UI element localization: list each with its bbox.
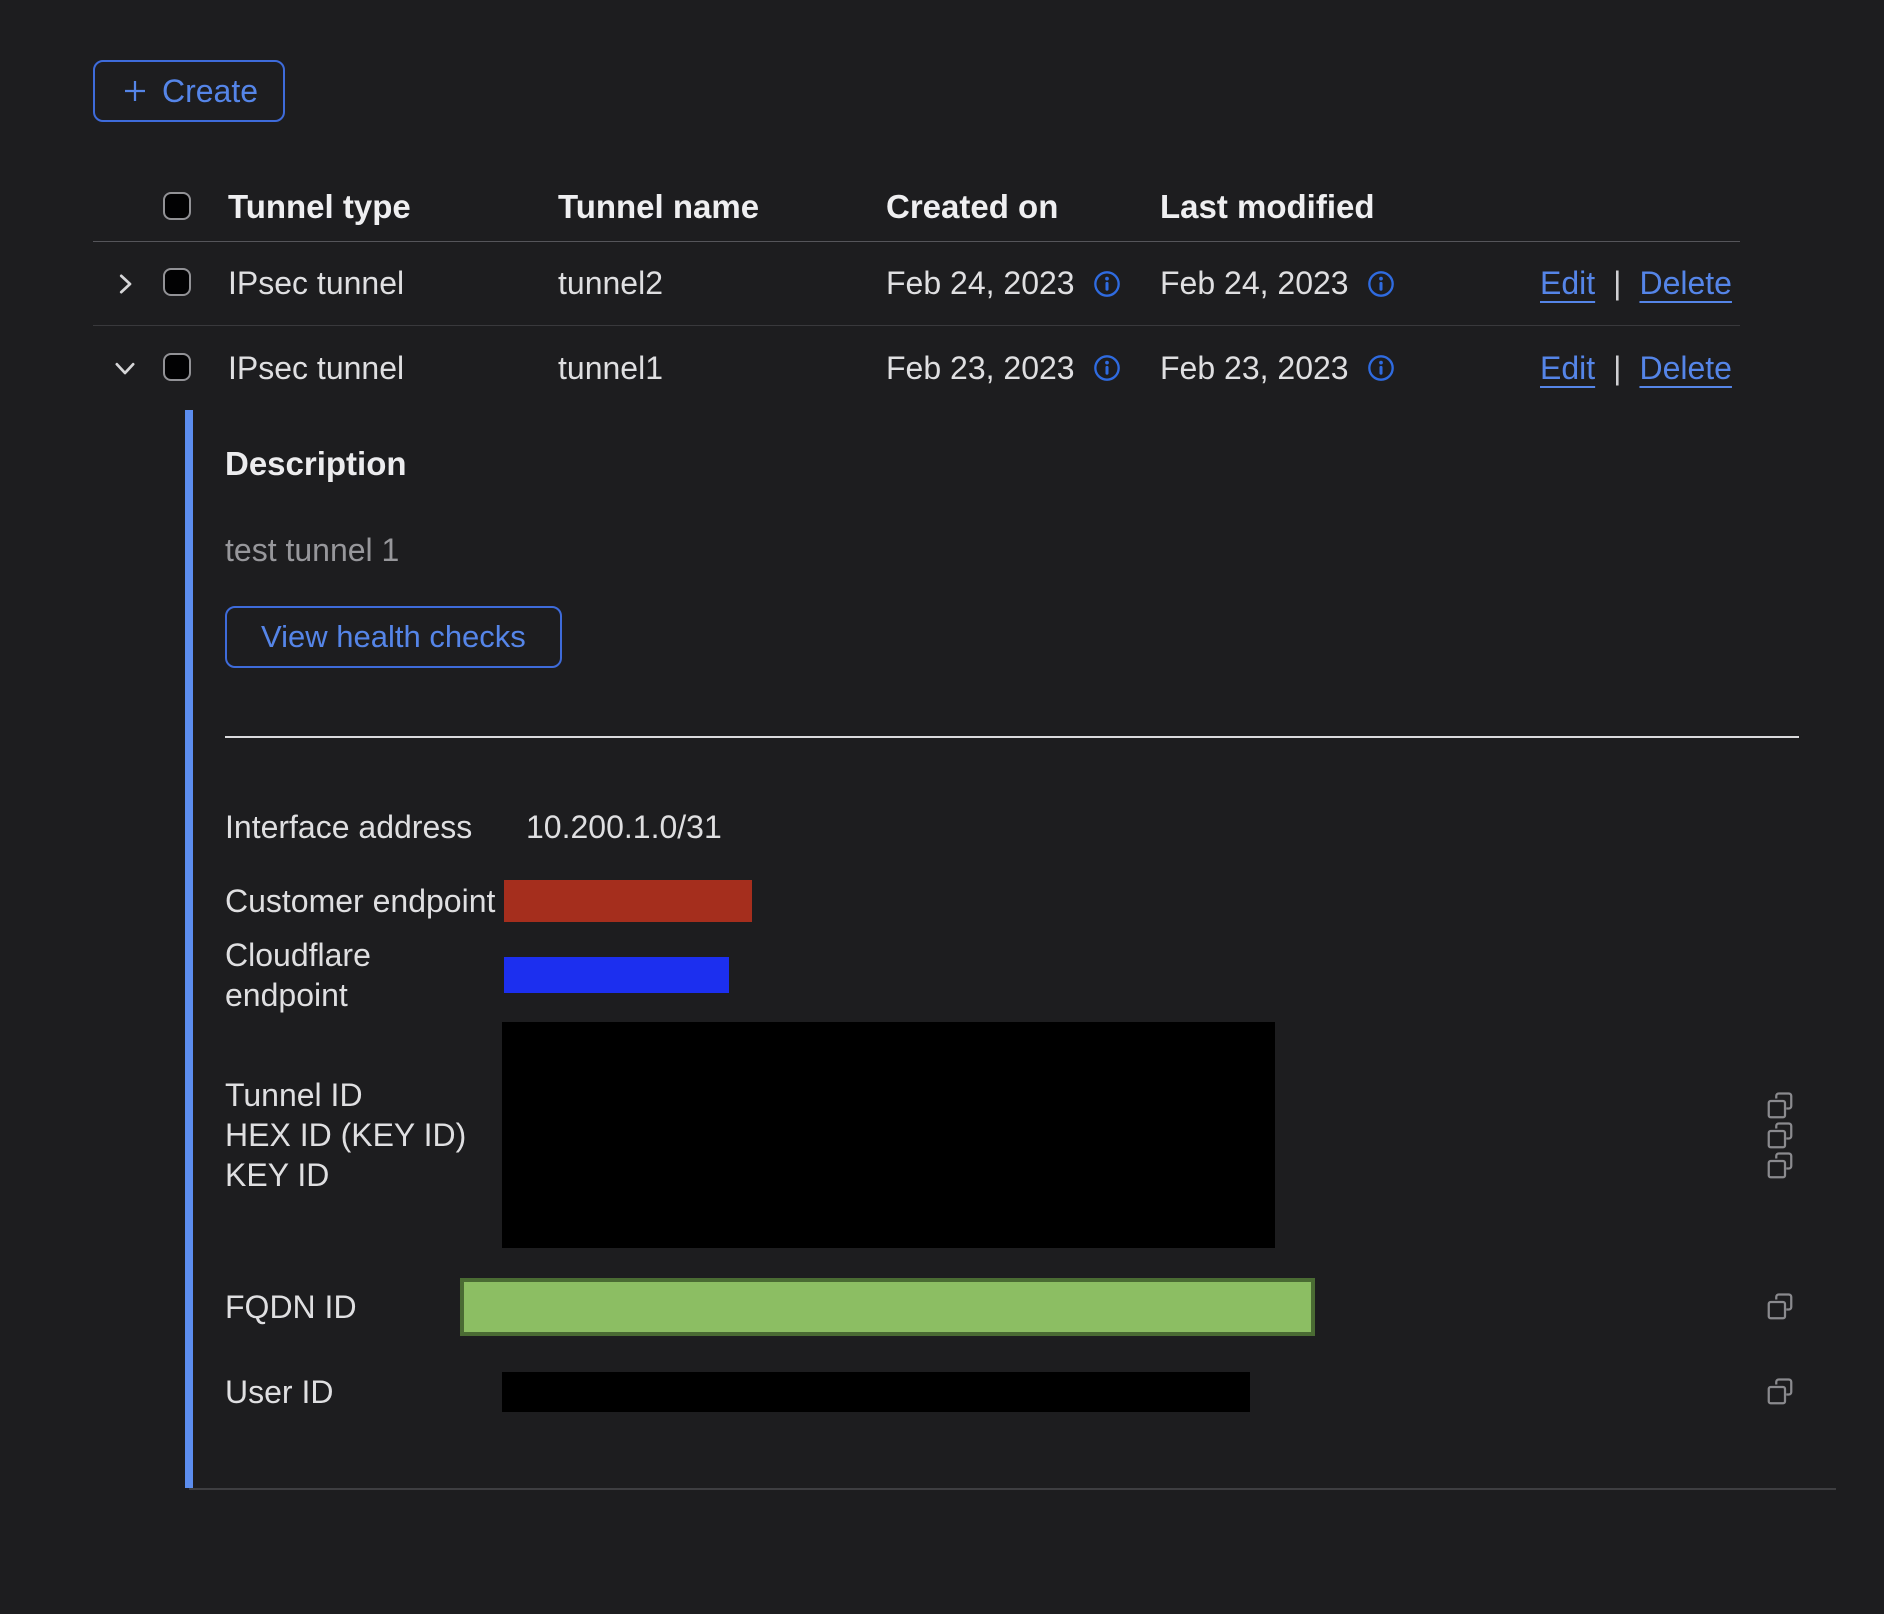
row-checkbox[interactable]: [163, 268, 191, 296]
description-value: test tunnel 1: [225, 530, 1841, 570]
copy-icon: [1765, 1292, 1795, 1322]
info-circle-icon: [1367, 354, 1395, 382]
delete-link[interactable]: Delete: [1639, 350, 1732, 387]
tunnel-table: Tunnel type Tunnel name Created on Last …: [93, 172, 1740, 1490]
chevron-right-icon: [110, 269, 140, 299]
expanded-row-panel: Description test tunnel 1 View health ch…: [185, 410, 1841, 1488]
last-modified-info-button[interactable]: [1367, 270, 1395, 298]
tunnel-ids-copy-column: [1765, 1067, 1795, 1193]
interface-address-value: 10.200.1.0/31: [502, 809, 722, 846]
copy-tunnel-id-button[interactable]: [1765, 1091, 1795, 1121]
info-circle-icon: [1093, 270, 1121, 298]
column-header-created-on: Created on: [886, 188, 1160, 226]
cloudflare-endpoint-redacted-value: [504, 957, 729, 993]
column-header-tunnel-type: Tunnel type: [228, 188, 558, 226]
customer-endpoint-label: Customer endpoint: [225, 881, 502, 921]
tunnel-name-cell: tunnel2: [558, 265, 886, 302]
tunnel-type-cell: IPsec tunnel: [228, 265, 558, 302]
tunnel-type-cell: IPsec tunnel: [228, 350, 558, 387]
table-bottom-divider: [189, 1488, 1836, 1490]
fqdn-id-redacted-value: [460, 1278, 1315, 1336]
action-separator: |: [1613, 350, 1621, 387]
fqdn-id-row: FQDN ID: [225, 1262, 1833, 1352]
column-header-last-modified: Last modified: [1160, 188, 1540, 226]
created-on-cell: Feb 24, 2023: [886, 265, 1160, 302]
table-header-row: Tunnel type Tunnel name Created on Last …: [93, 172, 1740, 242]
view-health-checks-button[interactable]: View health checks: [225, 606, 562, 668]
last-modified-value: Feb 23, 2023: [1160, 350, 1349, 387]
table-row: IPsec tunnel tunnel1 Feb 23, 2023 Feb 23…: [93, 326, 1740, 410]
copy-user-id-button[interactable]: [1765, 1377, 1795, 1407]
copy-icon: [1765, 1151, 1795, 1181]
last-modified-value: Feb 24, 2023: [1160, 265, 1349, 302]
create-button[interactable]: Create: [93, 60, 285, 122]
cloudflare-endpoint-row: Cloudflare endpoint: [225, 938, 1833, 1012]
row-checkbox[interactable]: [163, 353, 191, 381]
row-actions: Edit | Delete: [1540, 265, 1758, 302]
panel-divider: [225, 736, 1799, 738]
created-on-info-button[interactable]: [1093, 354, 1121, 382]
row-actions: Edit | Delete: [1540, 350, 1758, 387]
chevron-down-icon: [110, 353, 140, 383]
key-id-label: KEY ID: [225, 1155, 502, 1195]
tunnel-details: Interface address 10.200.1.0/31 Customer…: [225, 790, 1841, 1432]
edit-link[interactable]: Edit: [1540, 265, 1595, 302]
info-circle-icon: [1367, 270, 1395, 298]
user-id-row: User ID: [225, 1352, 1833, 1432]
delete-link[interactable]: Delete: [1639, 265, 1732, 302]
copy-hex-id-button[interactable]: [1765, 1121, 1795, 1151]
table-row: IPsec tunnel tunnel2 Feb 24, 2023 Feb 24…: [93, 242, 1740, 326]
hex-id-label: HEX ID (KEY ID): [225, 1115, 502, 1155]
cloudflare-endpoint-label: Cloudflare endpoint: [225, 935, 502, 1015]
create-button-label: Create: [162, 73, 258, 110]
last-modified-cell: Feb 23, 2023: [1160, 350, 1540, 387]
user-id-redacted-value: [502, 1372, 1250, 1412]
copy-icon: [1765, 1121, 1795, 1151]
collapse-row-button[interactable]: [105, 348, 145, 388]
tunnel-ids-redacted-value: [502, 1022, 1275, 1248]
interface-address-label: Interface address: [225, 807, 502, 847]
info-circle-icon: [1093, 354, 1121, 382]
description-label: Description: [225, 444, 1841, 484]
copy-icon: [1765, 1091, 1795, 1121]
last-modified-cell: Feb 24, 2023: [1160, 265, 1540, 302]
interface-address-row: Interface address 10.200.1.0/31: [225, 790, 1833, 864]
copy-icon: [1765, 1377, 1795, 1407]
tunnel-name-cell: tunnel1: [558, 350, 886, 387]
copy-fqdn-id-button[interactable]: [1765, 1292, 1795, 1322]
fqdn-copy-column: [1765, 1292, 1795, 1322]
column-header-tunnel-name: Tunnel name: [558, 188, 886, 226]
user-copy-column: [1765, 1377, 1795, 1407]
copy-key-id-button[interactable]: [1765, 1151, 1795, 1181]
last-modified-info-button[interactable]: [1367, 354, 1395, 382]
select-all-checkbox[interactable]: [163, 192, 191, 220]
created-on-value: Feb 24, 2023: [886, 265, 1075, 302]
customer-endpoint-row: Customer endpoint: [225, 864, 1833, 938]
created-on-value: Feb 23, 2023: [886, 350, 1075, 387]
action-separator: |: [1613, 265, 1621, 302]
customer-endpoint-redacted-value: [504, 880, 752, 922]
created-on-cell: Feb 23, 2023: [886, 350, 1160, 387]
tunnel-id-label: Tunnel ID: [225, 1075, 502, 1115]
tunnel-ids-section: Tunnel ID HEX ID (KEY ID) KEY ID: [225, 1012, 1833, 1248]
tunnel-ids-labels: Tunnel ID HEX ID (KEY ID) KEY ID: [225, 1057, 502, 1203]
user-id-label: User ID: [225, 1372, 502, 1412]
plus-icon: [120, 76, 150, 106]
expand-row-button[interactable]: [105, 264, 145, 304]
created-on-info-button[interactable]: [1093, 270, 1121, 298]
edit-link[interactable]: Edit: [1540, 350, 1595, 387]
